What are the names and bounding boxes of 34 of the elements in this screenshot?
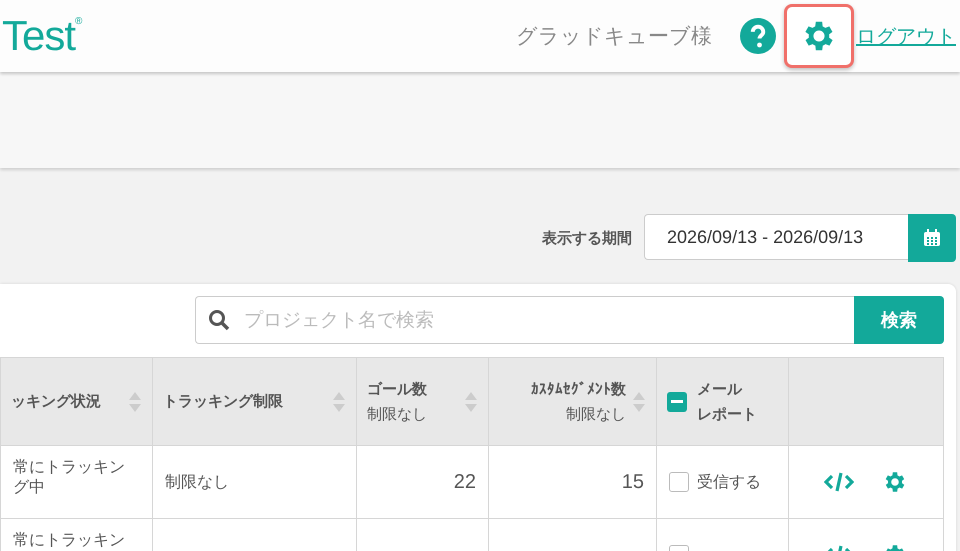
help-icon[interactable] — [740, 18, 776, 54]
logo: Test$^{®}$ — [2, 12, 82, 60]
sort-icon — [332, 390, 346, 414]
search-field[interactable]: プロジェクト名で検索 — [195, 296, 854, 344]
column-subtitle: 制限なし — [367, 404, 427, 424]
sort-icon — [128, 390, 142, 414]
column-subtitle: 制限なし — [566, 404, 626, 424]
column-title: レポート — [697, 404, 757, 424]
code-button[interactable] — [824, 471, 854, 493]
checkbox-label: 受信する — [697, 472, 761, 492]
logout-link[interactable]: ログアウト — [856, 22, 956, 50]
table-cell: 常にトラッキン — [13, 530, 125, 549]
column-title: ッキング状況 — [11, 392, 101, 411]
sort-icon — [464, 390, 478, 414]
minus-icon — [671, 400, 683, 403]
calendar-button[interactable] — [908, 214, 956, 262]
select-all-checkbox[interactable] — [667, 392, 687, 412]
table-cell: 制限なし — [165, 472, 229, 491]
column-title: ｶｽﾀﾑｾｸﾞﾒﾝﾄ数 — [531, 380, 626, 398]
user-name: グラッドキューブ様 — [516, 23, 712, 50]
table-cell: 常にトラッキング中 — [13, 457, 125, 496]
date-range-field[interactable]: 2026/09/13 - 2026/09/13 — [644, 214, 908, 260]
search-button[interactable]: 検索 — [854, 296, 944, 344]
sort-icon — [632, 390, 646, 414]
checkbox[interactable] — [669, 472, 689, 492]
calendar-icon — [922, 228, 942, 248]
search-icon — [208, 309, 230, 331]
settings-button[interactable] — [784, 4, 854, 68]
table-cell: 15 — [622, 470, 644, 492]
table-cell: 22 — [454, 470, 476, 492]
column-title: トラッキング制限 — [163, 392, 283, 411]
period-label: 表示する期間 — [542, 228, 632, 248]
column-title: ゴール数 — [367, 380, 427, 398]
column-title: メール — [697, 380, 742, 398]
